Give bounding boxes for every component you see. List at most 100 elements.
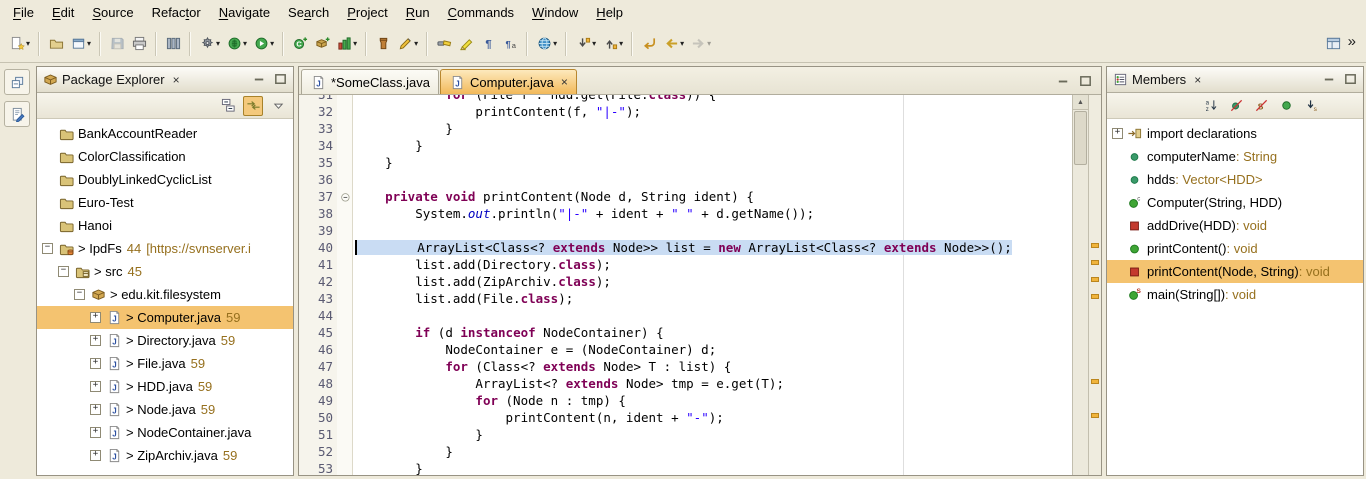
fold-marker[interactable] xyxy=(337,188,352,205)
annotation-marker[interactable] xyxy=(1091,243,1099,248)
minimize-icon[interactable] xyxy=(1321,72,1337,88)
tree-item-ColorClassification[interactable]: ColorClassification xyxy=(37,145,293,168)
show-annotations-button[interactable]: ¶a xyxy=(500,33,520,55)
editor-tab-SomeClassjava[interactable]: J*SomeClass.java xyxy=(301,69,439,94)
tree-item-HDD-java[interactable]: +J> HDD.java59 xyxy=(37,375,293,398)
new-package-button[interactable] xyxy=(312,33,332,55)
code-line-33[interactable]: } xyxy=(355,120,1072,137)
expand-icon[interactable]: + xyxy=(90,450,101,461)
minimize-icon[interactable] xyxy=(1055,73,1071,89)
annotation-marker[interactable] xyxy=(1091,413,1099,418)
member-import-declarations[interactable]: +import declarations xyxy=(1107,122,1363,145)
browser-button[interactable]: ▾ xyxy=(534,33,559,55)
save-button[interactable] xyxy=(107,33,127,55)
expand-icon[interactable]: + xyxy=(90,381,101,392)
expand-icon[interactable]: + xyxy=(1112,128,1123,139)
annotate-button[interactable]: ▾ xyxy=(395,33,420,55)
scrollbar-thumb[interactable] xyxy=(1074,111,1087,165)
menu-search[interactable]: Search xyxy=(279,2,338,23)
sort-button[interactable]: az xyxy=(1201,96,1221,116)
coverage-button[interactable]: ▾ xyxy=(334,33,359,55)
tree-item-BankAccountReader[interactable]: BankAccountReader xyxy=(37,122,293,145)
hide-static-button[interactable]: S xyxy=(1251,96,1271,116)
dropdown-chevron-icon[interactable]: ▾ xyxy=(680,39,684,48)
tree-item-Hanoi[interactable]: Hanoi xyxy=(37,214,293,237)
code-line-31[interactable]: for (File f : hdd.get(File.class)) { xyxy=(355,95,1072,103)
editor-tab-Computerjava[interactable]: JComputer.java× xyxy=(440,69,577,94)
tree-item-Euro-Test[interactable]: Euro-Test xyxy=(37,191,293,214)
member-hdds[interactable]: hdds : Vector<HDD> xyxy=(1107,168,1363,191)
dropdown-chevron-icon[interactable]: ▾ xyxy=(216,39,220,48)
forward-button[interactable]: ▾ xyxy=(688,33,713,55)
jar-export-button[interactable] xyxy=(373,33,393,55)
scroll-up-button[interactable]: ▲ xyxy=(1073,95,1088,110)
tree-item-Directory-java[interactable]: +J> Directory.java59 xyxy=(37,329,293,352)
java-browsing-perspective-button[interactable] xyxy=(1324,33,1344,55)
maximize-icon[interactable] xyxy=(1077,73,1093,89)
expand-icon[interactable]: + xyxy=(90,312,101,323)
edit-scrollbar[interactable]: ▲ xyxy=(1072,95,1088,475)
dropdown-chevron-icon[interactable]: ▾ xyxy=(270,39,274,48)
next-annotation-button[interactable]: ▾ xyxy=(573,33,598,55)
dropdown-chevron-icon[interactable]: ▾ xyxy=(592,39,596,48)
menu-window[interactable]: Window xyxy=(523,2,587,23)
code-line-36[interactable] xyxy=(355,171,1072,188)
code-line-50[interactable]: printContent(n, ident + "-"); xyxy=(355,409,1072,426)
dropdown-chevron-icon[interactable]: ▾ xyxy=(619,39,623,48)
restore-view-button[interactable] xyxy=(4,69,30,95)
open-type-button[interactable] xyxy=(163,33,183,55)
link-with-editor-toggle[interactable] xyxy=(243,96,263,116)
run-button[interactable]: ▾ xyxy=(251,33,276,55)
menu-source[interactable]: Source xyxy=(83,2,142,23)
dropdown-chevron-icon[interactable]: ▾ xyxy=(353,39,357,48)
dropdown-chevron-icon[interactable]: ▾ xyxy=(707,39,711,48)
annotation-marker[interactable] xyxy=(1091,294,1099,299)
code-line-34[interactable]: } xyxy=(355,137,1072,154)
filter-menu-button[interactable]: s xyxy=(1301,96,1321,116)
code-viewport[interactable]: for (File f : hdd.get(File.class)) { pri… xyxy=(353,95,1072,475)
code-line-46[interactable]: NodeContainer e = (NodeContainer) d; xyxy=(355,341,1072,358)
dropdown-chevron-icon[interactable]: ▾ xyxy=(243,39,247,48)
collapse-icon[interactable]: − xyxy=(42,243,53,254)
dropdown-chevron-icon[interactable]: ▾ xyxy=(553,39,557,48)
maximize-icon[interactable] xyxy=(1342,72,1358,88)
annotation-marker[interactable] xyxy=(1091,277,1099,282)
code-line-43[interactable]: list.add(File.class); xyxy=(355,290,1072,307)
code-line-35[interactable]: } xyxy=(355,154,1072,171)
menu-run[interactable]: Run xyxy=(397,2,439,23)
close-icon[interactable]: × xyxy=(561,75,568,89)
code-line-47[interactable]: for (Class<? extends Node> T : list) { xyxy=(355,358,1072,375)
open-resource-button[interactable] xyxy=(46,33,66,55)
member-Computer-String-HDD-[interactable]: cComputer(String, HDD) xyxy=(1107,191,1363,214)
line-number-ruler[interactable]: 3132333435363738394041424344454647484950… xyxy=(299,95,337,475)
member-addDrive-HDD-[interactable]: addDrive(HDD) : void xyxy=(1107,214,1363,237)
view-menu-button[interactable] xyxy=(268,96,288,116)
member-printContent-Node-String-[interactable]: printContent(Node, String) : void xyxy=(1107,260,1363,283)
menu-help[interactable]: Help xyxy=(587,2,632,23)
tree-item-edu-kit-filesystem[interactable]: −> edu.kit.filesystem xyxy=(37,283,293,306)
tree-item-NodeContainer-java[interactable]: +J> NodeContainer.java xyxy=(37,421,293,444)
tree-item-File-java[interactable]: +J> File.java59 xyxy=(37,352,293,375)
minimized-editor-button[interactable] xyxy=(4,101,30,127)
tree-item-ZipArchiv-java[interactable]: +J> ZipArchiv.java59 xyxy=(37,444,293,467)
close-icon[interactable]: × xyxy=(1192,73,1203,87)
code-line-52[interactable]: } xyxy=(355,443,1072,460)
new-wizard-button[interactable]: ▾ xyxy=(7,33,32,55)
mark-occurrences-button[interactable] xyxy=(456,33,476,55)
tree-item-src[interactable]: −> src45 xyxy=(37,260,293,283)
annotation-marker[interactable] xyxy=(1091,260,1099,265)
annotation-marker[interactable] xyxy=(1091,379,1099,384)
code-line-49[interactable]: for (Node n : tmp) { xyxy=(355,392,1072,409)
code-line-37[interactable]: private void printContent(Node d, String… xyxy=(355,188,1072,205)
menu-refactor[interactable]: Refactor xyxy=(143,2,210,23)
dropdown-chevron-icon[interactable]: ▾ xyxy=(414,39,418,48)
debug-button[interactable]: ▾ xyxy=(224,33,249,55)
toolbar-overflow-chevron[interactable]: » xyxy=(1344,33,1362,54)
code-line-45[interactable]: if (d instanceof NodeContainer) { xyxy=(355,324,1072,341)
previous-annotation-button[interactable]: ▾ xyxy=(600,33,625,55)
code-line-44[interactable] xyxy=(355,307,1072,324)
collapse-fold-icon[interactable] xyxy=(338,190,351,203)
print-button[interactable] xyxy=(129,33,149,55)
folding-ruler[interactable] xyxy=(337,95,353,475)
collapse-icon[interactable]: − xyxy=(74,289,85,300)
